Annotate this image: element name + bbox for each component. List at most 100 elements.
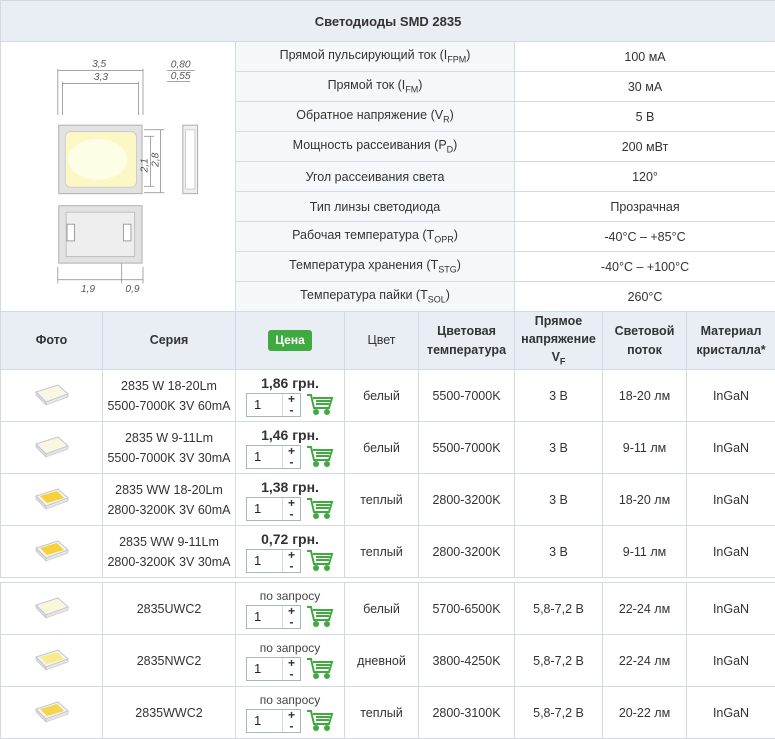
price-sort-badge[interactable]: Цена [268,330,312,352]
product-flux: 9-11 лм [602,525,687,578]
led-photo [34,538,70,565]
add-to-cart-icon[interactable] [306,657,334,681]
add-to-cart-icon[interactable] [306,549,334,573]
quantity-input[interactable]: 1 [247,446,282,468]
dimension-label: 0,9 [125,283,139,294]
spec-value: 260°C [513,281,775,312]
decrement-button[interactable]: - [283,720,300,732]
add-to-cart-icon[interactable] [306,497,334,521]
product-series: 2835 W 9-11Lm 5500-7000K 3V 30mA [102,421,236,474]
quantity-input[interactable]: 1 [247,710,282,732]
led-photo [34,382,70,409]
quantity-stepper[interactable]: 1 + - [246,657,301,681]
quantity-stepper[interactable]: 1 + - [246,497,301,521]
product-row: 2835UWC2 по запросу 1 + - белый 5700-6500K 5,8… [0,582,775,635]
product-row: 2835 WW 9-11Lm 2800-3200K 3V 30mA 0,72 грн… [0,525,775,578]
product-photo [0,525,103,578]
spec-name: Тип линзы светодиода [235,191,515,222]
product-vf: 3 В [514,421,603,474]
product-series: 2835WWC2 [102,686,236,739]
product-color: теплый [344,525,419,578]
decrement-button[interactable]: - [283,508,300,520]
product-cct: 3800-4250K [418,634,515,687]
price-value: 1,38 грн. [261,479,319,495]
stepper-buttons: + - [282,445,300,468]
product-row: 2835 W 18-20Lm 5500-7000K 3V 60mA 1,86 грн… [0,369,775,422]
spec-value: 200 мВт [513,131,775,162]
product-material: InGaN [685,421,775,474]
spec-name-text: Прямой пульсирующий ток (I [279,48,448,63]
quantity-stepper[interactable]: 1 + - [246,709,301,733]
spec-name-text: Мощность рассеивания (P [292,138,447,153]
spec-value: 120° [513,161,775,192]
product-flux: 22-24 лм [602,582,687,635]
spec-name: Температура пайки (TSOL) [235,281,515,312]
spec-row: 3,5 3,3 0,80 0,55 2,1 2,8 1,9 0,9 Прямой пульсир… [0,41,775,312]
product-material: InGaN [685,686,775,739]
stepper-buttons: + - [282,657,300,680]
product-photo [0,634,103,687]
add-to-cart-icon[interactable] [306,393,334,417]
quantity-stepper[interactable]: 1 + - [246,549,301,573]
dimension-label: 0,80 [171,59,191,70]
spec-name: Мощность рассеивания (PD) [235,131,515,162]
stepper-buttons: + - [282,497,300,520]
led-photo [34,434,70,461]
add-to-cart-icon[interactable] [306,605,334,629]
product-photo [0,369,103,422]
spec-name-text: Рабочая температура (T [292,228,435,243]
product-photo [0,473,103,526]
spec-value: Прозрачная [513,191,775,222]
product-photo [0,421,103,474]
quantity-input[interactable]: 1 [247,658,282,680]
spec-name: Обратное напряжение (VR) [235,101,515,132]
product-cct: 2800-3100K [418,686,515,739]
stepper-buttons: + - [282,393,300,416]
stepper-buttons: + - [282,709,300,732]
product-series: 2835UWC2 [102,582,236,635]
dimension-drawing: 3,5 3,3 0,800,55 2,1 2,8 1,9 0,9 [57,58,199,294]
product-vf: 3 В [514,525,603,578]
quantity-input[interactable]: 1 [247,498,282,520]
spec-subscript: FM [405,84,419,95]
quantity-input[interactable]: 1 [247,606,282,628]
quantity-stepper[interactable]: 1 + - [246,605,301,629]
dimension-label: 2,8 [151,152,162,167]
quantity-input[interactable]: 1 [247,550,282,572]
product-color: белый [344,369,419,422]
decrement-button[interactable]: - [283,404,300,416]
product-flux: 9-11 лм [602,421,687,474]
product-color: белый [344,582,419,635]
decrement-button[interactable]: - [283,456,300,468]
price-cell: 1,38 грн. 1 + - [235,473,345,526]
price-cell: 0,72 грн. 1 + - [235,525,345,578]
quantity-input[interactable]: 1 [247,394,282,416]
product-material: InGaN [685,582,775,635]
product-series: 2835 WW 18-20Lm 2800-3200K 3V 60mA [102,473,236,526]
spec-name-text: Температура пайки (T [300,288,428,303]
product-cct: 5500-7000K [418,369,515,422]
series-line-1: 2835 WW 18-20Lm [115,482,223,497]
quantity-stepper[interactable]: 1 + - [246,445,301,469]
spec-name-text: Обратное напряжение (V [296,108,444,123]
dimension-label: 1,9 [81,283,95,294]
spec-value: 100 мА [513,41,775,72]
decrement-button[interactable]: - [283,668,300,680]
add-to-cart-icon[interactable] [306,445,334,469]
product-row: 2835 WW 18-20Lm 2800-3200K 3V 60mA 1,38 гр… [0,473,775,526]
price-cell: по запросу 1 + - [235,634,345,687]
buy-controls: 1 + - [236,605,344,629]
product-flux: 18-20 лм [602,473,687,526]
add-to-cart-icon[interactable] [306,709,334,733]
product-color: дневной [344,634,419,687]
buy-controls: 1 + - [236,549,344,573]
product-row: 2835WWC2 по запросу 1 + - теплый 2800-3100K 5,… [0,686,775,739]
decrement-button[interactable]: - [283,616,300,628]
quantity-stepper[interactable]: 1 + - [246,393,301,417]
product-series: 2835 WW 9-11Lm 2800-3200K 3V 30mA [102,525,236,578]
header-price[interactable]: Цена [235,311,345,370]
spec-name: Угол рассеивания света [235,161,515,192]
product-series: 2835 W 18-20Lm 5500-7000K 3V 60mA [102,369,236,422]
product-row: 2835NWC2 по запросу 1 + - дневной 3800-4250K 5… [0,634,775,687]
decrement-button[interactable]: - [283,560,300,572]
